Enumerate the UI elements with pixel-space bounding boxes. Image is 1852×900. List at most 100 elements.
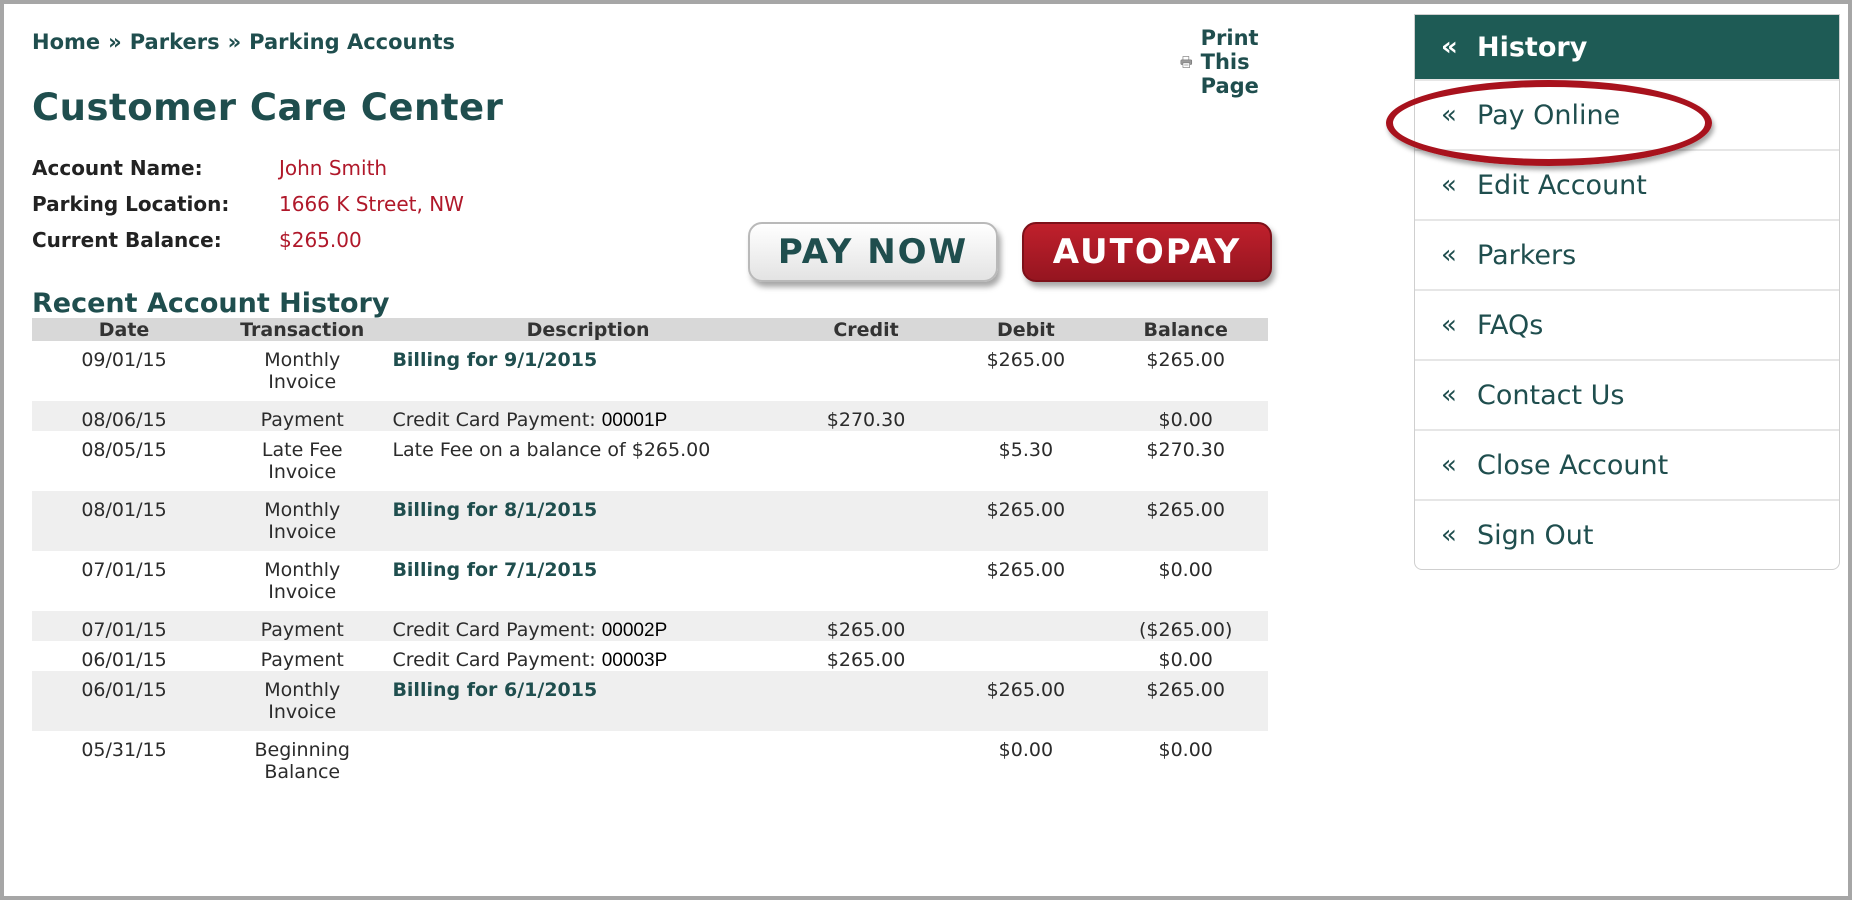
double-chevron-left-icon: «	[1441, 520, 1457, 550]
row-transaction: Payment	[216, 649, 388, 671]
table-row: 08/01/15 Monthly Invoice Billing for 8/1/20…	[32, 491, 1268, 551]
row-transaction-line1: Monthly	[264, 679, 341, 701]
sidebar-item-contact-us[interactable]: « Contact Us	[1415, 361, 1839, 431]
row-transaction: Late Fee Invoice	[216, 439, 388, 483]
sidebar-menu: « History « Pay Online « Edit Account « Parkers…	[1414, 14, 1840, 570]
row-date: 08/01/15	[81, 499, 167, 521]
row-debit: $265.00	[986, 349, 1066, 371]
account-summary: Account Name: John Smith Parking Locatio…	[32, 150, 464, 258]
row-transaction-line1: Payment	[260, 619, 344, 641]
pay-now-button[interactable]: PAY NOW	[748, 222, 998, 282]
sidebar-item-sign-out[interactable]: « Sign Out	[1415, 501, 1839, 569]
row-transaction-line2: Balance	[264, 761, 341, 783]
row-description-text: Credit Card Payment:	[392, 619, 596, 641]
sidebar-item-history[interactable]: « History	[1415, 15, 1839, 81]
print-page-link[interactable]: Print This Page	[1180, 26, 1276, 98]
print-label: Print This Page	[1200, 26, 1259, 98]
page-title: Customer Care Center	[32, 86, 504, 129]
column-header-balance: Balance	[1143, 318, 1228, 341]
printer-icon	[1180, 56, 1193, 68]
double-chevron-left-icon: «	[1441, 310, 1457, 340]
account-name-label: Account Name:	[32, 156, 203, 180]
row-balance: $265.00	[1146, 499, 1225, 521]
breadcrumb: Home » Parkers » Parking Accounts	[32, 30, 455, 54]
row-description-text: Credit Card Payment:	[392, 409, 596, 431]
table-row: 07/01/15 Payment Credit Card Payment: 0000…	[32, 611, 1268, 641]
autopay-button[interactable]: AUTOPAY	[1022, 222, 1272, 282]
row-description: Late Fee on a balance of $265.00	[388, 439, 783, 462]
row-transaction: Payment	[216, 619, 388, 641]
row-date: 08/05/15	[81, 439, 167, 461]
account-history-table: Date Transaction Description Credit Debi…	[32, 318, 1268, 791]
row-transaction-line1: Late Fee	[261, 439, 343, 461]
table-row: 06/01/15 Payment Credit Card Payment: 0000…	[32, 641, 1268, 671]
row-payment-reference: 00002P	[601, 620, 668, 641]
row-balance: $270.30	[1146, 439, 1225, 461]
row-description-text[interactable]: Billing for 6/1/2015	[392, 679, 597, 701]
row-transaction: Monthly Invoice	[216, 349, 388, 393]
sidebar-item-parkers[interactable]: « Parkers	[1415, 221, 1839, 291]
row-description-text[interactable]: Billing for 8/1/2015	[392, 499, 597, 521]
row-debit: $5.30	[998, 439, 1054, 461]
row-transaction: Beginning Balance	[216, 739, 388, 783]
row-transaction-line2: Invoice	[268, 461, 337, 483]
row-description: Billing for 9/1/2015	[388, 349, 783, 372]
row-balance: $265.00	[1146, 349, 1225, 371]
account-name-row: Account Name: John Smith	[32, 150, 464, 186]
row-transaction-line1: Monthly	[264, 499, 341, 521]
column-header-description: Description	[526, 318, 650, 341]
breadcrumb-parkers[interactable]: Parkers	[130, 30, 220, 54]
row-debit: $0.00	[998, 739, 1054, 761]
breadcrumb-home[interactable]: Home	[32, 30, 100, 54]
sidebar-item-close-account[interactable]: « Close Account	[1415, 431, 1839, 501]
sidebar-item-label: Pay Online	[1477, 99, 1621, 131]
row-transaction-line1: Monthly	[264, 559, 341, 581]
row-balance: $0.00	[1158, 409, 1213, 431]
row-date: 09/01/15	[81, 349, 167, 371]
row-transaction-line1: Payment	[260, 409, 344, 431]
row-credit: $265.00	[826, 649, 906, 671]
row-date: 07/01/15	[81, 619, 167, 641]
page-frame: Home » Parkers » Parking Accounts Print This…	[0, 0, 1852, 900]
column-header-transaction: Transaction	[240, 318, 365, 341]
row-date: 07/01/15	[81, 559, 167, 581]
breadcrumb-separator: »	[108, 30, 122, 54]
row-transaction-line1: Payment	[260, 649, 344, 671]
row-description: Billing for 7/1/2015	[388, 559, 783, 582]
table-row: 08/06/15 Payment Credit Card Payment: 0000…	[32, 401, 1268, 431]
current-balance-row: Current Balance: $265.00	[32, 222, 464, 258]
table-row: 09/01/15 Monthly Invoice Billing for 9/1/20…	[32, 341, 1268, 401]
breadcrumb-separator: »	[227, 30, 242, 54]
row-transaction-line2: Invoice	[268, 581, 337, 603]
table-row: 05/31/15 Beginning Balance $0.00 $0.00	[32, 731, 1268, 791]
parking-location-row: Parking Location: 1666 K Street, NW	[32, 186, 464, 222]
row-date: 06/01/15	[81, 649, 167, 671]
row-description-text[interactable]: Billing for 9/1/2015	[392, 349, 597, 371]
breadcrumb-parking-accounts[interactable]: Parking Accounts	[249, 30, 455, 54]
row-date: 05/31/15	[81, 739, 167, 761]
table-row: 08/05/15 Late Fee Invoice Late Fee on a bal…	[32, 431, 1268, 491]
row-transaction-line2: Invoice	[268, 521, 337, 543]
sidebar-item-label: FAQs	[1477, 309, 1544, 341]
row-description-text[interactable]: Billing for 7/1/2015	[392, 559, 597, 581]
row-debit: $265.00	[986, 559, 1066, 581]
double-chevron-left-icon: «	[1441, 170, 1457, 200]
sidebar-item-label: Parkers	[1477, 239, 1577, 271]
current-balance-label: Current Balance:	[32, 228, 222, 252]
row-description: Credit Card Payment: 00003P	[388, 649, 783, 672]
sidebar-item-faqs[interactable]: « FAQs	[1415, 291, 1839, 361]
row-description: Billing for 8/1/2015	[388, 499, 783, 522]
sidebar-item-edit-account[interactable]: « Edit Account	[1415, 151, 1839, 221]
row-description: Billing for 6/1/2015	[388, 679, 783, 702]
row-transaction: Monthly Invoice	[216, 559, 388, 603]
account-name-value: John Smith	[279, 156, 388, 180]
double-chevron-left-icon: «	[1441, 32, 1458, 62]
row-transaction: Payment	[216, 409, 388, 431]
sidebar-item-pay-online[interactable]: « Pay Online	[1415, 81, 1839, 151]
sidebar-item-label: Edit Account	[1477, 169, 1647, 201]
double-chevron-left-icon: «	[1441, 380, 1457, 410]
table-body: 09/01/15 Monthly Invoice Billing for 9/1/20…	[32, 341, 1268, 791]
sidebar-item-label: Close Account	[1477, 449, 1669, 481]
row-payment-reference: 00003P	[601, 650, 668, 671]
parking-location-label: Parking Location:	[32, 192, 230, 216]
